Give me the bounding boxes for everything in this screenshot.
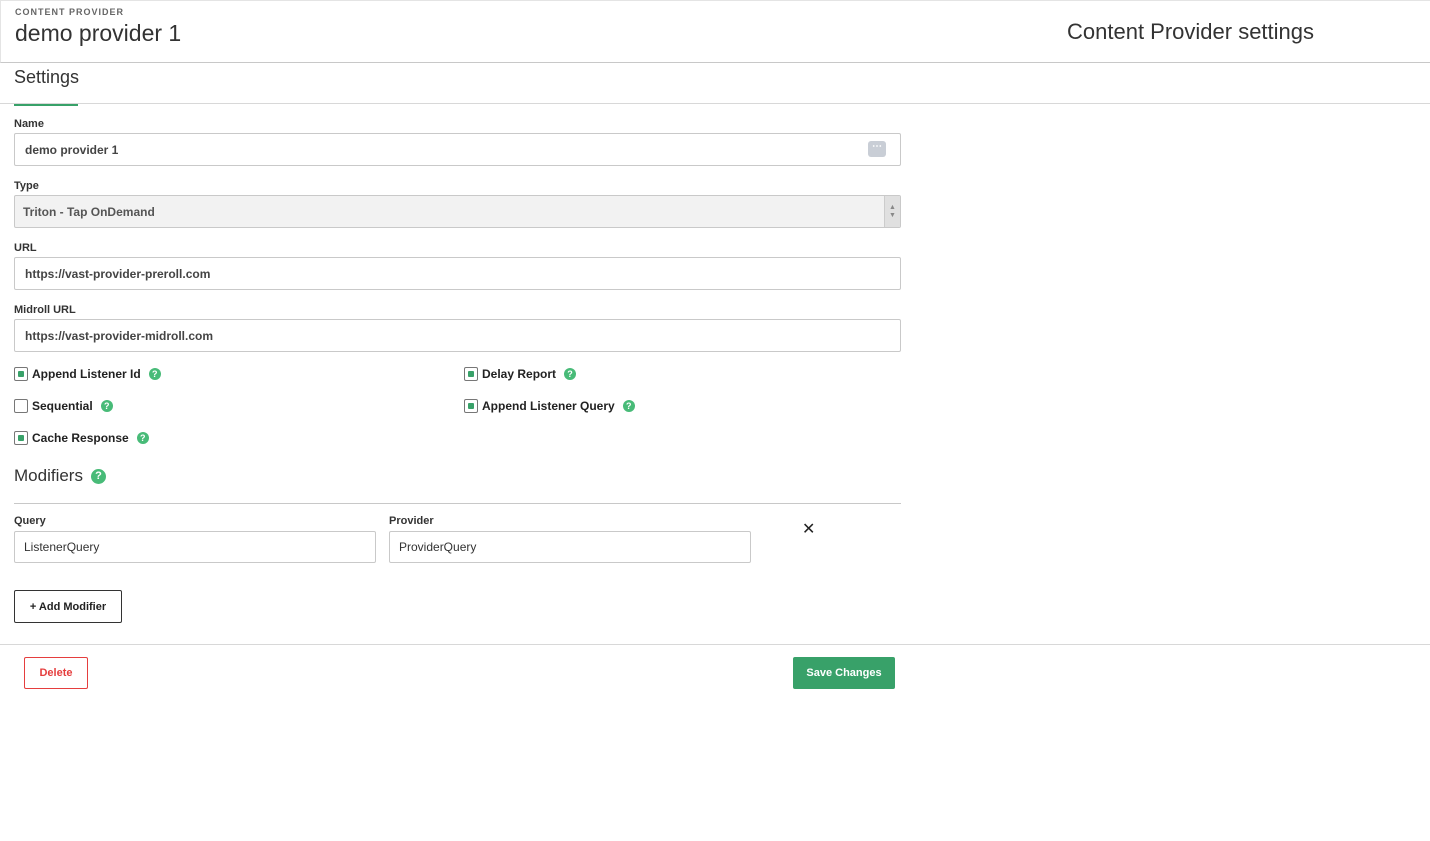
sequential-checkbox[interactable] bbox=[14, 399, 28, 413]
tab-bar: Settings bbox=[0, 63, 1430, 106]
append-listener-query-option: Append Listener Query ? bbox=[464, 398, 635, 414]
midroll-url-input[interactable] bbox=[14, 319, 901, 352]
sequential-label: Sequential bbox=[32, 399, 93, 413]
type-select-value: Triton - Tap OnDemand bbox=[23, 205, 155, 219]
url-input[interactable] bbox=[14, 257, 901, 290]
save-changes-button[interactable]: Save Changes bbox=[793, 657, 895, 689]
url-label: URL bbox=[14, 242, 37, 254]
close-icon[interactable]: ✕ bbox=[802, 519, 815, 539]
page-header: CONTENT PROVIDER demo provider 1 Content… bbox=[0, 0, 1430, 63]
modifiers-title: Modifiers bbox=[14, 466, 83, 485]
provider-label: Provider bbox=[389, 515, 434, 527]
panel-title: Content Provider settings bbox=[1067, 19, 1315, 44]
modifier-query-input[interactable] bbox=[14, 531, 376, 563]
help-circle-icon[interactable]: ? bbox=[148, 368, 161, 380]
type-select[interactable]: Triton - Tap OnDemand ▲ ▼ bbox=[14, 195, 901, 228]
modifiers-header: Modifiers ? bbox=[14, 466, 106, 486]
append-listener-id-checkbox[interactable] bbox=[14, 367, 28, 381]
cache-response-checkbox[interactable] bbox=[14, 431, 28, 445]
append-listener-query-label: Append Listener Query bbox=[482, 399, 615, 413]
append-listener-id-option: Append Listener Id ? bbox=[14, 366, 161, 382]
help-circle-icon[interactable]: ? bbox=[100, 400, 113, 412]
footer-divider bbox=[0, 644, 1430, 645]
page-title: demo provider 1 bbox=[15, 20, 182, 46]
modifier-provider-input[interactable] bbox=[389, 531, 751, 563]
name-input[interactable] bbox=[14, 133, 901, 166]
sequential-option: Sequential ? bbox=[14, 398, 113, 414]
ellipsis-icon[interactable]: ⋯ bbox=[868, 141, 886, 157]
delay-report-option: Delay Report ? bbox=[464, 366, 577, 382]
type-label: Type bbox=[14, 180, 39, 192]
delete-button[interactable]: Delete bbox=[24, 657, 88, 689]
append-listener-query-checkbox[interactable] bbox=[464, 399, 478, 413]
help-circle-icon[interactable]: ? bbox=[564, 368, 577, 380]
sort-arrows-icon: ▲ ▼ bbox=[884, 196, 900, 227]
query-label: Query bbox=[14, 515, 46, 527]
delay-report-checkbox[interactable] bbox=[464, 367, 478, 381]
cache-response-label: Cache Response bbox=[32, 431, 129, 445]
page-eyebrow: CONTENT PROVIDER bbox=[15, 7, 125, 17]
help-circle-icon[interactable]: ? bbox=[136, 432, 149, 444]
help-circle-icon[interactable]: ? bbox=[90, 468, 106, 484]
midroll-url-label: Midroll URL bbox=[14, 304, 76, 316]
help-circle-icon[interactable]: ? bbox=[622, 400, 635, 412]
append-listener-id-label: Append Listener Id bbox=[32, 367, 141, 381]
delay-report-label: Delay Report bbox=[482, 367, 557, 381]
cache-response-option: Cache Response ? bbox=[14, 430, 149, 446]
add-modifier-button[interactable]: + Add Modifier bbox=[14, 590, 122, 623]
tab-settings[interactable]: Settings bbox=[14, 67, 79, 106]
name-label: Name bbox=[14, 118, 44, 130]
modifiers-divider bbox=[14, 503, 901, 504]
